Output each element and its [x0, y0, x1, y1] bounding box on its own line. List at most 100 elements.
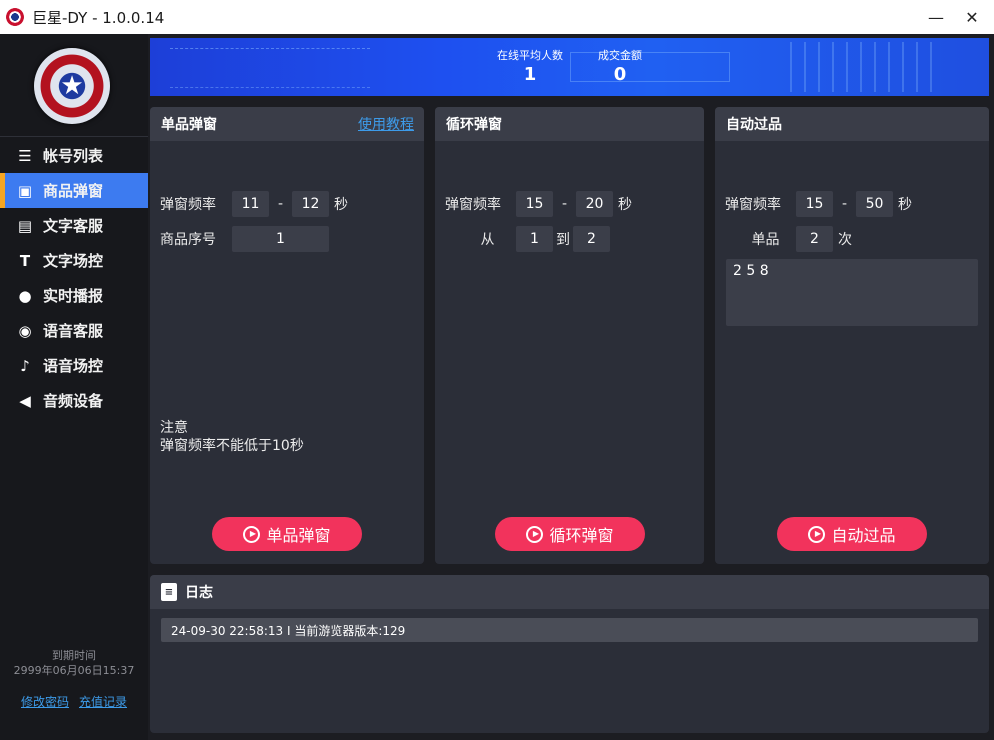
button-label: 自动过品 — [831, 526, 896, 545]
minimize-button[interactable]: — — [918, 0, 954, 34]
expire-label: 到期时间 — [52, 649, 96, 662]
list-icon: ☰ — [18, 146, 32, 165]
range-dash: - — [841, 196, 848, 212]
play-circle-icon: ▶ — [808, 525, 826, 543]
sidebar: ★ ☰ 帐号列表 ▣ 商品弹窗 ▤ 文字客服 T 文字场控 ● 实时播报 ◉ 语… — [0, 34, 148, 740]
sidebar-item-audio-device[interactable]: ◀ 音频设备 — [0, 383, 148, 418]
sidebar-item-label: 帐号列表 — [43, 147, 104, 165]
frequency-note: 注意 弹窗频率不能低于10秒 — [160, 419, 304, 455]
note-title: 注意 — [160, 420, 188, 436]
play-circle-icon: ▶ — [526, 525, 544, 543]
from-label: 从 — [480, 232, 495, 248]
start-loop-popup-button[interactable]: ▶ 循环弹窗 — [495, 517, 645, 551]
sidebar-item-label: 音频设备 — [43, 392, 104, 410]
frequency-max-input[interactable]: 50 — [856, 191, 893, 217]
expire-value: 2999年06月06日15:37 — [13, 664, 135, 677]
range-dash: - — [277, 196, 284, 212]
frequency-label: 弹窗频率 — [725, 197, 781, 213]
play-circle-icon: ▶ — [243, 525, 261, 543]
product-index-input[interactable]: 1 — [232, 226, 329, 252]
sidebar-item-label: 文字场控 — [43, 252, 104, 270]
frequency-label: 弹窗频率 — [445, 197, 501, 213]
account-links: 修改密码 充值记录 — [0, 693, 148, 710]
headset-icon: ◉ — [18, 321, 32, 340]
panel-header: 自动过品 — [715, 107, 989, 141]
speaker-icon: ◀ — [19, 391, 31, 410]
log-panel: ≡ 日志 24-09-30 22:58:13 I 当前游览器版本:129 — [150, 575, 989, 733]
seconds-unit: 秒 — [898, 197, 912, 213]
start-single-popup-button[interactable]: ▶ 单品弹窗 — [212, 517, 362, 551]
recharge-record-link[interactable]: 充值记录 — [79, 693, 127, 710]
online-average-stat: 在线平均人数 1 — [490, 47, 570, 85]
frequency-min-input[interactable]: 15 — [516, 191, 553, 217]
sidebar-item-account-list[interactable]: ☰ 帐号列表 — [0, 138, 148, 173]
sidebar-item-label: 文字客服 — [43, 217, 104, 235]
frequency-row: 弹窗频率 11 - 12 秒 — [160, 191, 348, 217]
sidebar-nav: ☰ 帐号列表 ▣ 商品弹窗 ▤ 文字客服 T 文字场控 ● 实时播报 ◉ 语音客… — [0, 138, 148, 418]
frequency-max-input[interactable]: 20 — [576, 191, 613, 217]
close-button[interactable]: ✕ — [954, 0, 990, 34]
star-icon: ★ — [60, 71, 84, 101]
loop-popup-panel: 循环弹窗 弹窗频率 15 - 20 秒 从 1 到 2 ▶ 循环弹窗 — [435, 107, 704, 564]
panel-header: 循环弹窗 — [435, 107, 704, 141]
frequency-row: 弹窗频率 15 - 20 秒 — [445, 191, 632, 217]
sidebar-item-label: 商品弹窗 — [43, 182, 104, 200]
panel-title: 循环弹窗 — [446, 117, 502, 133]
window-title: 巨星-DY - 1.0.0.14 — [32, 8, 165, 27]
captain-shield-logo: ★ — [34, 48, 110, 124]
to-label: 到 — [556, 232, 570, 248]
sales-amount-label: 成交金额 — [598, 49, 642, 62]
sidebar-item-label: 实时播报 — [43, 287, 104, 305]
single-popup-panel: 单品弹窗 使用教程 弹窗频率 11 - 12 秒 商品序号 1 注意 弹窗频率不… — [150, 107, 424, 564]
shopping-bag-icon: ▣ — [17, 181, 33, 200]
qa-chat-icon: ▤ — [17, 216, 33, 235]
microphone-icon: ♪ — [20, 356, 30, 375]
frequency-row: 弹窗频率 15 - 50 秒 — [725, 191, 912, 217]
sidebar-item-text-control[interactable]: T 文字场控 — [0, 243, 148, 278]
button-label: 循环弹窗 — [549, 526, 614, 545]
sidebar-item-voice-service[interactable]: ◉ 语音客服 — [0, 313, 148, 348]
loop-to-input[interactable]: 2 — [573, 226, 610, 252]
sales-amount-value: 0 — [613, 64, 627, 85]
sidebar-item-voice-control[interactable]: ♪ 语音场控 — [0, 348, 148, 383]
sidebar-divider — [0, 136, 148, 137]
seconds-unit: 秒 — [334, 197, 348, 213]
panel-title: 单品弹窗 — [161, 117, 217, 133]
stats-banner: 在线平均人数 1 成交金额 0 — [150, 38, 989, 96]
product-index-label: 商品序号 — [160, 232, 216, 248]
clipboard-icon: ≡ — [161, 583, 177, 601]
loop-from-input[interactable]: 1 — [516, 226, 553, 252]
single-label: 单品 — [751, 232, 780, 248]
start-auto-switch-button[interactable]: ▶ 自动过品 — [777, 517, 927, 551]
single-count-input[interactable]: 2 — [796, 226, 833, 252]
product-sequence-textarea[interactable]: 2 5 8 — [726, 259, 978, 326]
change-password-link[interactable]: 修改密码 — [21, 693, 69, 710]
panel-header: 单品弹窗 使用教程 — [150, 107, 424, 141]
title-bar: 巨星-DY - 1.0.0.14 — ✕ — [0, 0, 994, 34]
sidebar-item-text-service[interactable]: ▤ 文字客服 — [0, 208, 148, 243]
single-count-row: 单品 2 次 — [725, 226, 852, 252]
product-index-row: 商品序号 1 — [160, 226, 329, 252]
tutorial-link[interactable]: 使用教程 — [358, 114, 414, 134]
frequency-min-input[interactable]: 11 — [232, 191, 269, 217]
banner-decoration — [170, 48, 370, 88]
wechat-bubbles-icon: ● — [18, 286, 32, 305]
sidebar-item-product-popup[interactable]: ▣ 商品弹窗 — [0, 173, 148, 208]
sidebar-item-live-broadcast[interactable]: ● 实时播报 — [0, 278, 148, 313]
frequency-max-input[interactable]: 12 — [292, 191, 329, 217]
sidebar-item-label: 语音场控 — [43, 357, 104, 375]
button-label: 单品弹窗 — [266, 526, 331, 545]
times-unit: 次 — [838, 232, 852, 248]
seconds-unit: 秒 — [618, 197, 632, 213]
loop-range-row: 从 1 到 2 — [445, 226, 610, 252]
frequency-label: 弹窗频率 — [160, 197, 216, 213]
note-text: 弹窗频率不能低于10秒 — [160, 438, 304, 454]
range-dash: - — [561, 196, 568, 212]
expire-info: 到期时间 2999年06月06日15:37 — [0, 648, 148, 678]
text-t-icon: T — [19, 251, 31, 270]
sidebar-item-label: 语音客服 — [43, 322, 104, 340]
frequency-min-input[interactable]: 15 — [796, 191, 833, 217]
online-average-value: 1 — [523, 64, 537, 85]
app-shield-icon — [6, 8, 24, 26]
panel-title: 自动过品 — [726, 117, 782, 133]
